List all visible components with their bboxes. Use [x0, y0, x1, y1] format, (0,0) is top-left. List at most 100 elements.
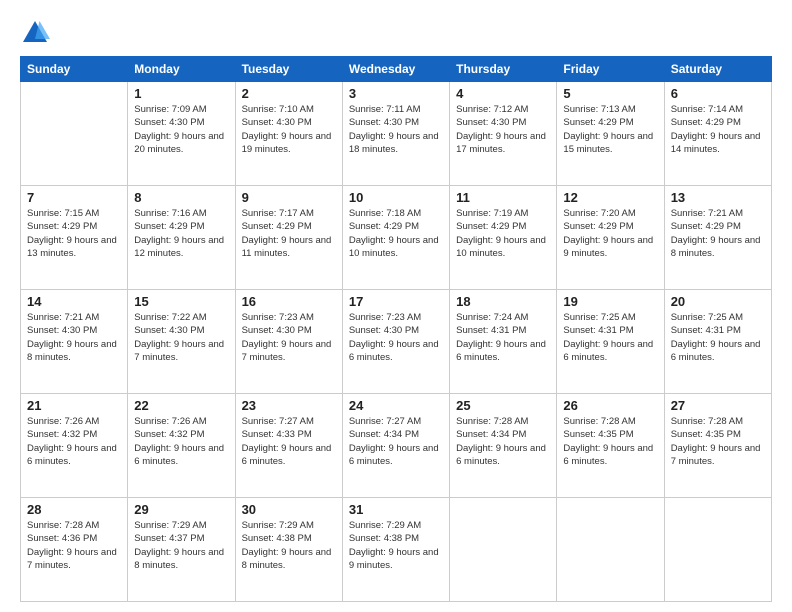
day-number: 2	[242, 86, 336, 101]
day-info: Sunrise: 7:29 AMSunset: 4:37 PMDaylight:…	[134, 519, 228, 572]
day-cell: 6 Sunrise: 7:14 AMSunset: 4:29 PMDaylight…	[664, 82, 771, 186]
day-cell	[450, 498, 557, 602]
day-info: Sunrise: 7:18 AMSunset: 4:29 PMDaylight:…	[349, 207, 443, 260]
day-number: 29	[134, 502, 228, 517]
day-number: 18	[456, 294, 550, 309]
day-number: 10	[349, 190, 443, 205]
day-cell: 26 Sunrise: 7:28 AMSunset: 4:35 PMDayligh…	[557, 394, 664, 498]
day-info: Sunrise: 7:09 AMSunset: 4:30 PMDaylight:…	[134, 103, 228, 156]
day-cell: 24 Sunrise: 7:27 AMSunset: 4:34 PMDayligh…	[342, 394, 449, 498]
day-info: Sunrise: 7:25 AMSunset: 4:31 PMDaylight:…	[563, 311, 657, 364]
day-cell: 31 Sunrise: 7:29 AMSunset: 4:38 PMDayligh…	[342, 498, 449, 602]
day-info: Sunrise: 7:28 AMSunset: 4:34 PMDaylight:…	[456, 415, 550, 468]
weekday-header-row: SundayMondayTuesdayWednesdayThursdayFrid…	[21, 57, 772, 82]
day-cell: 25Sunrise: 7:28 AMSunset: 4:34 PMDayligh…	[450, 394, 557, 498]
day-cell: 27 Sunrise: 7:28 AMSunset: 4:35 PMDayligh…	[664, 394, 771, 498]
day-number: 8	[134, 190, 228, 205]
day-info: Sunrise: 7:12 AMSunset: 4:30 PMDaylight:…	[456, 103, 550, 156]
day-number: 24	[349, 398, 443, 413]
day-cell: 12 Sunrise: 7:20 AMSunset: 4:29 PMDayligh…	[557, 186, 664, 290]
day-cell	[21, 82, 128, 186]
day-info: Sunrise: 7:16 AMSunset: 4:29 PMDaylight:…	[134, 207, 228, 260]
day-info: Sunrise: 7:24 AMSunset: 4:31 PMDaylight:…	[456, 311, 550, 364]
day-number: 7	[27, 190, 121, 205]
day-cell: 7 Sunrise: 7:15 AMSunset: 4:29 PMDaylight…	[21, 186, 128, 290]
week-row: 21 Sunrise: 7:26 AMSunset: 4:32 PMDayligh…	[21, 394, 772, 498]
day-cell: 17 Sunrise: 7:23 AMSunset: 4:30 PMDayligh…	[342, 290, 449, 394]
day-cell: 2 Sunrise: 7:10 AMSunset: 4:30 PMDaylight…	[235, 82, 342, 186]
day-info: Sunrise: 7:28 AMSunset: 4:35 PMDaylight:…	[563, 415, 657, 468]
day-info: Sunrise: 7:17 AMSunset: 4:29 PMDaylight:…	[242, 207, 336, 260]
day-cell: 23Sunrise: 7:27 AMSunset: 4:33 PMDayligh…	[235, 394, 342, 498]
day-cell: 28Sunrise: 7:28 AMSunset: 4:36 PMDayligh…	[21, 498, 128, 602]
day-number: 27	[671, 398, 765, 413]
day-info: Sunrise: 7:26 AMSunset: 4:32 PMDaylight:…	[134, 415, 228, 468]
day-info: Sunrise: 7:23 AMSunset: 4:30 PMDaylight:…	[349, 311, 443, 364]
weekday-header: Wednesday	[342, 57, 449, 82]
day-number: 9	[242, 190, 336, 205]
day-info: Sunrise: 7:23 AMSunset: 4:30 PMDaylight:…	[242, 311, 336, 364]
day-number: 3	[349, 86, 443, 101]
day-info: Sunrise: 7:25 AMSunset: 4:31 PMDaylight:…	[671, 311, 765, 364]
day-info: Sunrise: 7:19 AMSunset: 4:29 PMDaylight:…	[456, 207, 550, 260]
day-number: 17	[349, 294, 443, 309]
day-number: 6	[671, 86, 765, 101]
day-number: 1	[134, 86, 228, 101]
day-cell	[557, 498, 664, 602]
day-cell: 9 Sunrise: 7:17 AMSunset: 4:29 PMDaylight…	[235, 186, 342, 290]
day-cell: 14 Sunrise: 7:21 AMSunset: 4:30 PMDayligh…	[21, 290, 128, 394]
day-info: Sunrise: 7:15 AMSunset: 4:29 PMDaylight:…	[27, 207, 121, 260]
day-info: Sunrise: 7:10 AMSunset: 4:30 PMDaylight:…	[242, 103, 336, 156]
day-info: Sunrise: 7:26 AMSunset: 4:32 PMDaylight:…	[27, 415, 121, 468]
week-row: 28Sunrise: 7:28 AMSunset: 4:36 PMDayligh…	[21, 498, 772, 602]
day-cell: 29 Sunrise: 7:29 AMSunset: 4:37 PMDayligh…	[128, 498, 235, 602]
week-row: 7 Sunrise: 7:15 AMSunset: 4:29 PMDaylight…	[21, 186, 772, 290]
day-cell: 22 Sunrise: 7:26 AMSunset: 4:32 PMDayligh…	[128, 394, 235, 498]
header	[20, 16, 772, 48]
day-cell: 4 Sunrise: 7:12 AMSunset: 4:30 PMDaylight…	[450, 82, 557, 186]
weekday-header: Monday	[128, 57, 235, 82]
day-number: 22	[134, 398, 228, 413]
day-cell	[664, 498, 771, 602]
day-number: 5	[563, 86, 657, 101]
day-cell: 1 Sunrise: 7:09 AMSunset: 4:30 PMDaylight…	[128, 82, 235, 186]
day-number: 16	[242, 294, 336, 309]
weekday-header: Thursday	[450, 57, 557, 82]
week-row: 14 Sunrise: 7:21 AMSunset: 4:30 PMDayligh…	[21, 290, 772, 394]
day-info: Sunrise: 7:27 AMSunset: 4:34 PMDaylight:…	[349, 415, 443, 468]
weekday-header: Friday	[557, 57, 664, 82]
logo-icon	[20, 18, 50, 48]
day-number: 11	[456, 190, 550, 205]
day-number: 23	[242, 398, 336, 413]
calendar: SundayMondayTuesdayWednesdayThursdayFrid…	[20, 56, 772, 602]
day-number: 4	[456, 86, 550, 101]
page: SundayMondayTuesdayWednesdayThursdayFrid…	[0, 0, 792, 612]
day-info: Sunrise: 7:20 AMSunset: 4:29 PMDaylight:…	[563, 207, 657, 260]
weekday-header: Saturday	[664, 57, 771, 82]
day-number: 31	[349, 502, 443, 517]
day-cell: 8 Sunrise: 7:16 AMSunset: 4:29 PMDaylight…	[128, 186, 235, 290]
day-info: Sunrise: 7:13 AMSunset: 4:29 PMDaylight:…	[563, 103, 657, 156]
logo	[20, 16, 54, 48]
day-info: Sunrise: 7:14 AMSunset: 4:29 PMDaylight:…	[671, 103, 765, 156]
day-number: 12	[563, 190, 657, 205]
day-number: 30	[242, 502, 336, 517]
day-info: Sunrise: 7:28 AMSunset: 4:36 PMDaylight:…	[27, 519, 121, 572]
day-info: Sunrise: 7:21 AMSunset: 4:30 PMDaylight:…	[27, 311, 121, 364]
day-cell: 13Sunrise: 7:21 AMSunset: 4:29 PMDayligh…	[664, 186, 771, 290]
day-number: 21	[27, 398, 121, 413]
week-row: 1 Sunrise: 7:09 AMSunset: 4:30 PMDaylight…	[21, 82, 772, 186]
day-cell: 3Sunrise: 7:11 AMSunset: 4:30 PMDaylight…	[342, 82, 449, 186]
day-info: Sunrise: 7:21 AMSunset: 4:29 PMDaylight:…	[671, 207, 765, 260]
day-number: 26	[563, 398, 657, 413]
day-info: Sunrise: 7:29 AMSunset: 4:38 PMDaylight:…	[242, 519, 336, 572]
day-info: Sunrise: 7:28 AMSunset: 4:35 PMDaylight:…	[671, 415, 765, 468]
day-number: 14	[27, 294, 121, 309]
day-cell: 16 Sunrise: 7:23 AMSunset: 4:30 PMDayligh…	[235, 290, 342, 394]
day-number: 20	[671, 294, 765, 309]
day-cell: 20 Sunrise: 7:25 AMSunset: 4:31 PMDayligh…	[664, 290, 771, 394]
day-cell: 5 Sunrise: 7:13 AMSunset: 4:29 PMDaylight…	[557, 82, 664, 186]
day-info: Sunrise: 7:29 AMSunset: 4:38 PMDaylight:…	[349, 519, 443, 572]
day-cell: 11 Sunrise: 7:19 AMSunset: 4:29 PMDayligh…	[450, 186, 557, 290]
day-cell: 15Sunrise: 7:22 AMSunset: 4:30 PMDayligh…	[128, 290, 235, 394]
